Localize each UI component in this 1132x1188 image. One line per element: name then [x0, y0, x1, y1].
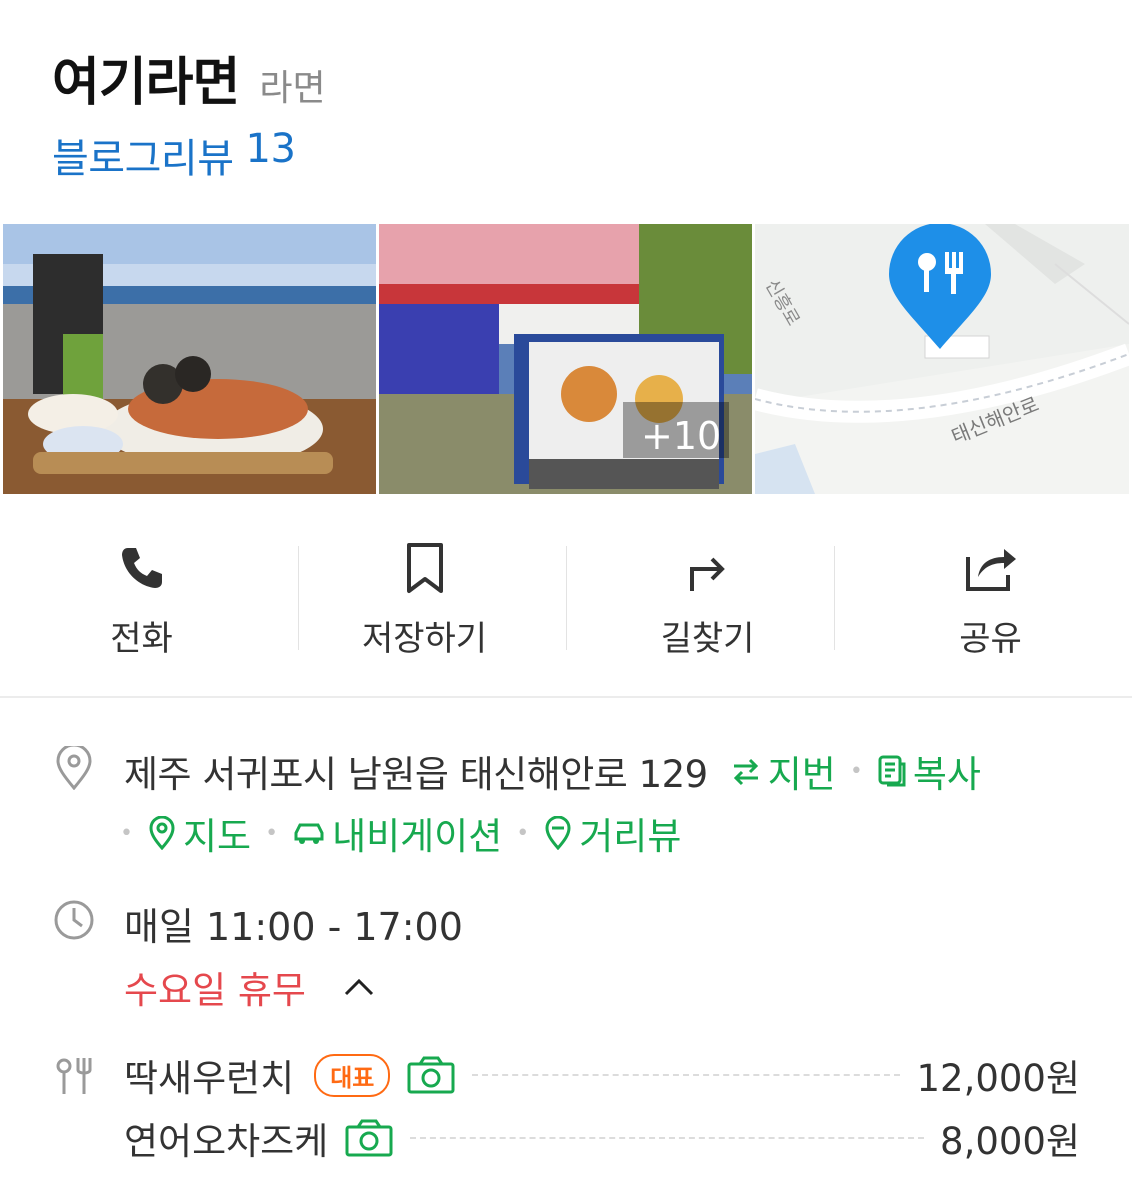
place-name: 여기라면 [52, 53, 240, 113]
call-button[interactable]: 전화 [0, 530, 283, 660]
camera-icon[interactable] [406, 1055, 456, 1095]
menu-item-name: 딱새우런치 [124, 1057, 295, 1100]
location-pin-icon [56, 746, 92, 790]
lot-number-button[interactable]: 지번 [730, 744, 836, 798]
menu-item-name: 연어오차즈케 [124, 1120, 329, 1163]
separator-dot: • [265, 820, 279, 846]
signature-badge: 대표 [314, 1053, 391, 1097]
map-label: 지도 [182, 815, 252, 858]
separator-dot: • [516, 820, 530, 846]
navigation-button[interactable]: 내비게이션 [292, 806, 502, 860]
address-links: • 지도 • 내비게이션 • 거리뷰 [120, 806, 681, 860]
blog-review-count: 13 [245, 126, 296, 172]
action-bar: 전화 저장하기 길찾기 공유 [0, 530, 1132, 660]
phone-icon [112, 538, 172, 597]
photo-strip: +10 태신해안로 신흥로 [3, 224, 1129, 494]
business-hours: 매일 11:00 - 17:00 [124, 905, 463, 949]
menu-item-price: 8,000원 [940, 1120, 1080, 1163]
directions-label: 길찾기 [660, 619, 755, 659]
car-icon [294, 823, 324, 844]
separator-dot: • [120, 820, 133, 846]
save-button[interactable]: 저장하기 [283, 530, 566, 660]
bookmark-icon [395, 538, 455, 597]
cutlery-icon [56, 1058, 92, 1094]
photo-more-count[interactable]: +10 [641, 414, 721, 458]
blog-review-label: 블로그리뷰 [52, 136, 234, 182]
menu-item[interactable]: 딱새우런치 대표 12,000원 [124, 1050, 1080, 1100]
menu-item-price: 12,000원 [916, 1057, 1080, 1100]
directions-button[interactable]: 길찾기 [566, 530, 849, 660]
photo-food[interactable] [3, 224, 376, 494]
map-pin-small-icon [149, 816, 175, 850]
share-icon [961, 538, 1021, 597]
share-label: 공유 [959, 619, 1022, 659]
title-row: 여기라면 라면 [52, 40, 326, 115]
call-label: 전화 [110, 619, 173, 659]
swap-icon [733, 758, 758, 786]
copy-icon [878, 755, 906, 787]
price-leader [410, 1137, 925, 1139]
separator-dot: • [849, 758, 863, 784]
camera-icon[interactable] [344, 1118, 394, 1158]
clock-icon [54, 900, 94, 940]
save-label: 저장하기 [361, 619, 488, 659]
map-button[interactable]: 지도 [147, 806, 251, 860]
lot-number-label: 지번 [767, 753, 836, 796]
navigation-label: 내비게이션 [332, 815, 503, 858]
directions-icon [678, 538, 738, 597]
copy-label: 복사 [912, 753, 981, 796]
place-category: 라면 [259, 68, 326, 109]
copy-button[interactable]: 복사 [877, 744, 981, 798]
section-divider [0, 696, 1132, 698]
street-view-button[interactable]: 거리뷰 [543, 806, 681, 860]
map-thumbnail[interactable]: 태신해안로 신흥로 [755, 224, 1129, 494]
closed-day: 수요일 휴무 [124, 969, 306, 1012]
street-view-icon [545, 816, 571, 850]
menu-item[interactable]: 연어오차즈케 8,000원 [124, 1113, 1080, 1163]
share-button[interactable]: 공유 [849, 530, 1132, 660]
price-leader [472, 1074, 901, 1076]
blog-review-link[interactable]: 블로그리뷰 13 [52, 126, 296, 184]
closed-day-row: 수요일 휴무 [124, 960, 376, 1014]
street-view-label: 거리뷰 [579, 815, 682, 858]
address-line: 제주 서귀포시 남원읍 태신해안로 129 지번 • 복사 [124, 744, 981, 798]
address-text: 제주 서귀포시 남원읍 태신해안로 129 [124, 753, 708, 796]
chevron-up-icon[interactable] [342, 970, 376, 1004]
photo-storefront[interactable]: +10 [379, 224, 752, 494]
